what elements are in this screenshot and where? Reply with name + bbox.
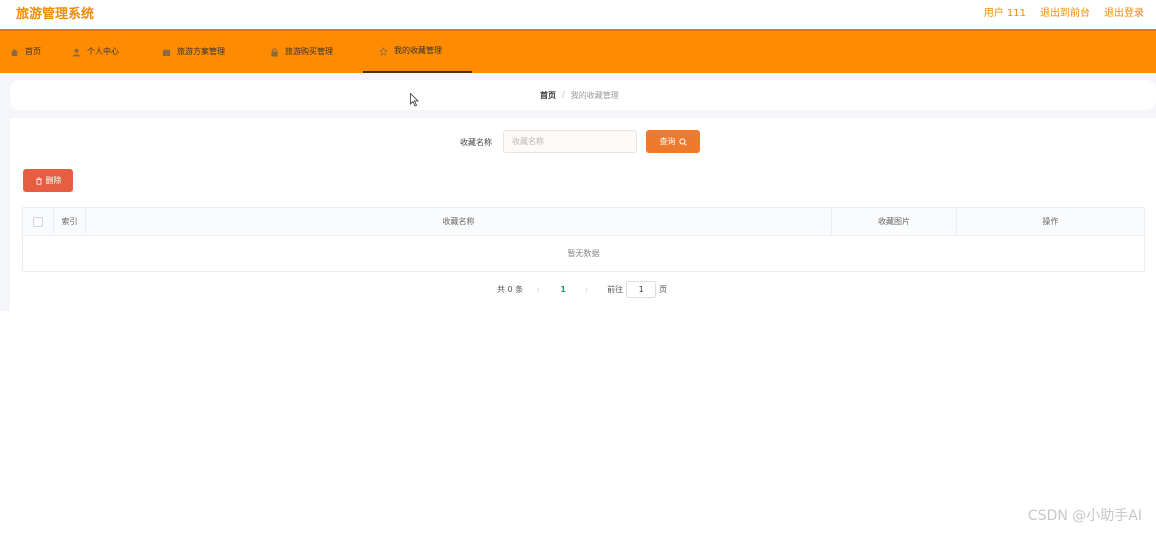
nav-item-travel-plans[interactable]: 旅游方案管理 [162, 31, 225, 73]
nav-item-profile[interactable]: 个人中心 [72, 31, 119, 73]
search-icon [678, 137, 687, 146]
pagination-goto-input[interactable]: 1 [626, 281, 657, 298]
nav-item-my-favorites[interactable]: 我的收藏管理 [363, 31, 472, 73]
pagination-goto-label: 前往 [607, 285, 624, 294]
nav-label-my-favorites: 我的收藏管理 [394, 46, 442, 55]
query-button[interactable]: 查询 [646, 130, 700, 153]
exit-to-frontend-link[interactable]: 退出到前台 [1040, 4, 1090, 19]
top-header: 旅游管理系统 用户 111 退出到前台 退出登录 [0, 0, 1156, 29]
delete-button[interactable]: 删除 [23, 169, 73, 192]
trash-icon [35, 176, 42, 185]
breadcrumb-separator: / [562, 90, 565, 99]
nav-item-travel-purchases[interactable]: 旅游购买管理 [270, 31, 333, 73]
nav-label-travel-plans: 旅游方案管理 [177, 47, 225, 56]
watermark: CSDN @小助手AI [1027, 508, 1142, 524]
prev-page-icon[interactable]: ‹ [536, 285, 539, 294]
document-icon [162, 49, 171, 56]
pagination-total: 共 0 条 [497, 285, 524, 294]
nav-label-profile: 个人中心 [87, 47, 119, 56]
search-input[interactable] [503, 130, 637, 153]
delete-button-label: 删除 [45, 176, 62, 185]
pagination: 共 0 条 ‹ 1 › 前往 1 页 [497, 281, 668, 298]
star-icon [379, 46, 388, 56]
query-button-label: 查询 [659, 137, 676, 146]
main-nav: 首页 个人中心 旅游方案管理 旅游购买管理 我的收藏管理 [0, 29, 1156, 73]
column-header-favorite-name: 收藏名称 [86, 208, 832, 235]
top-links: 用户 111 退出到前台 退出登录 [984, 4, 1144, 19]
search-label: 收藏名称 [460, 138, 492, 147]
column-header-index: 索引 [54, 208, 86, 235]
next-page-icon[interactable]: › [585, 285, 588, 294]
column-header-actions: 操作 [1042, 217, 1059, 226]
table-empty-text: 暂无数据 [567, 249, 600, 258]
pagination-page[interactable]: 1 [560, 285, 566, 294]
select-all-cell [23, 208, 54, 235]
breadcrumb-current: 我的收藏管理 [570, 91, 619, 100]
user-icon [72, 48, 81, 57]
mouse-cursor-icon [410, 93, 419, 107]
favorites-table: 索引 收藏名称 收藏图片 操作 暂无数据 [22, 207, 1145, 272]
select-all-checkbox[interactable] [33, 216, 43, 227]
breadcrumb: 首页 / 我的收藏管理 [540, 90, 619, 101]
table-header: 索引 收藏名称 收藏图片 操作 [23, 208, 1144, 236]
nav-label-travel-purchases: 旅游购买管理 [285, 47, 333, 56]
user-label[interactable]: 用户 111 [984, 4, 1026, 19]
app-title: 旅游管理系统 [16, 7, 95, 22]
home-icon [10, 48, 19, 56]
nav-item-home[interactable]: 首页 [10, 31, 41, 73]
breadcrumb-home[interactable]: 首页 [540, 90, 556, 101]
logout-link[interactable]: 退出登录 [1104, 4, 1144, 19]
nav-label-home: 首页 [25, 47, 41, 56]
lock-icon [271, 47, 278, 57]
pagination-page-suffix: 页 [659, 285, 668, 294]
column-header-favorite-image: 收藏图片 [832, 208, 957, 235]
